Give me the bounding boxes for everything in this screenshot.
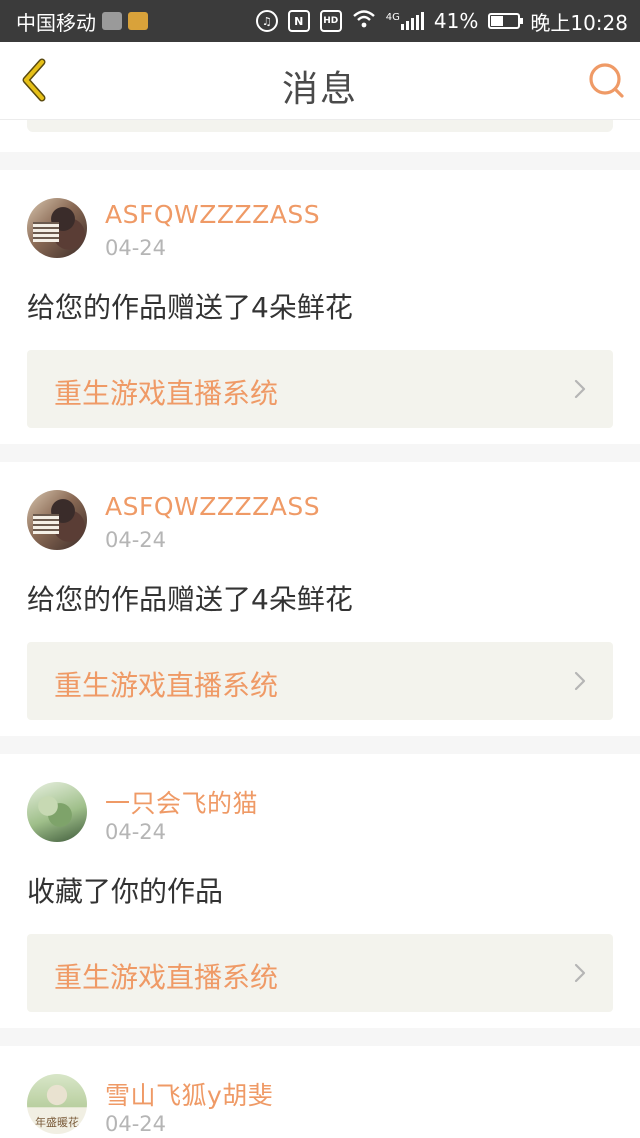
notification-card: 年盛暖花 雪山飞狐y胡斐 04-24 — [0, 1046, 640, 1138]
source-work-title: 重生游戏直播系统 — [54, 961, 279, 994]
hd-icon: HD — [319, 10, 342, 32]
signal-icon — [400, 12, 424, 30]
app-notification-icon — [128, 12, 148, 30]
notification-date: 04-24 — [105, 528, 167, 552]
previous-source-box — [27, 120, 613, 132]
source-work-link[interactable]: 重生游戏直播系统 — [27, 350, 613, 428]
wifi-icon — [352, 9, 376, 34]
avatar-caption: 年盛暖花 — [35, 1116, 79, 1129]
avatar[interactable]: 年盛暖花 — [27, 1074, 87, 1134]
chevron-right-icon — [574, 671, 586, 691]
source-work-title: 重生游戏直播系统 — [54, 669, 279, 702]
avatar[interactable] — [27, 198, 87, 258]
username-link[interactable]: ASFQWZZZZASS — [105, 200, 320, 229]
carrier-label: 中国移动 — [16, 10, 96, 35]
notification-message: 收藏了你的作品 — [27, 875, 224, 908]
notification-date: 04-24 — [105, 1112, 167, 1136]
notification-date: 04-24 — [105, 820, 167, 844]
previous-card-fragment — [0, 120, 640, 152]
source-work-title: 重生游戏直播系统 — [54, 377, 279, 410]
avatar[interactable] — [27, 490, 87, 550]
battery-icon — [488, 13, 524, 29]
network-type-label: 4G — [385, 12, 400, 23]
source-work-link[interactable]: 重生游戏直播系统 — [27, 642, 613, 720]
battery-percent: 41% — [433, 9, 479, 33]
message-list[interactable]: ASFQWZZZZASS 04-24 给您的作品赠送了4朵鲜花 重生游戏直播系统… — [0, 120, 640, 1138]
shield-notification-icon — [102, 12, 122, 30]
username-link[interactable]: 雪山飞狐y胡斐 — [105, 1076, 273, 1112]
chevron-right-icon — [574, 379, 586, 399]
status-bar: 中国移动 ♫ N HD 4G 41% 晚上10:28 — [0, 0, 640, 42]
nav-header: 消息 — [0, 42, 640, 120]
username-link[interactable]: 一只会飞的猫 — [105, 784, 258, 820]
notification-date: 04-24 — [105, 236, 167, 260]
notification-card: ASFQWZZZZASS 04-24 给您的作品赠送了4朵鲜花 重生游戏直播系统 — [0, 462, 640, 736]
page-title: 消息 — [281, 69, 358, 110]
notification-card: 一只会飞的猫 04-24 收藏了你的作品 重生游戏直播系统 — [0, 754, 640, 1028]
avatar[interactable] — [27, 782, 87, 842]
volte-icon: ♫ — [255, 10, 278, 32]
search-button[interactable] — [586, 60, 626, 100]
source-work-link[interactable]: 重生游戏直播系统 — [27, 934, 613, 1012]
username-link[interactable]: ASFQWZZZZASS — [105, 492, 320, 521]
nfc-icon: N — [287, 10, 310, 32]
notification-message: 给您的作品赠送了4朵鲜花 — [27, 291, 353, 324]
clock: 晚上10:28 — [530, 10, 628, 35]
chevron-right-icon — [574, 963, 586, 983]
search-icon — [589, 63, 624, 98]
notification-card: ASFQWZZZZASS 04-24 给您的作品赠送了4朵鲜花 重生游戏直播系统 — [0, 170, 640, 444]
notification-message: 给您的作品赠送了4朵鲜花 — [27, 583, 353, 616]
